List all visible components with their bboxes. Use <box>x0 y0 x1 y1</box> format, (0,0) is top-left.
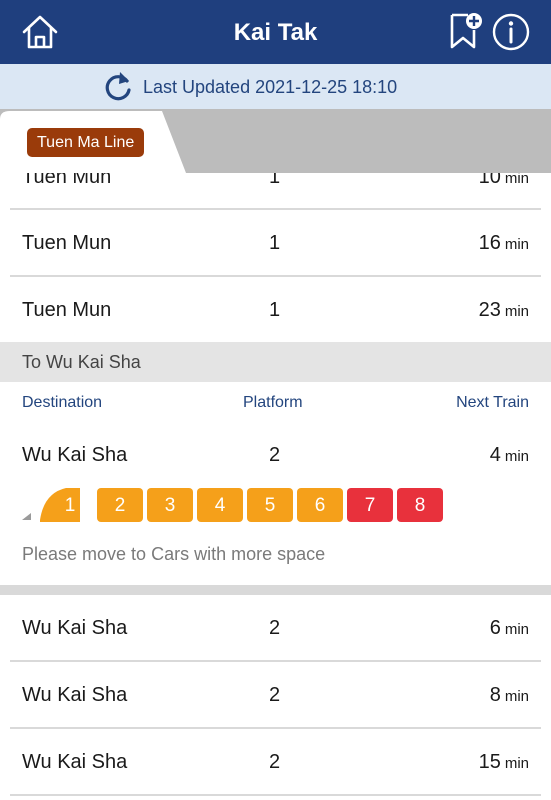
car-load-note: Please move to Cars with more space <box>22 544 326 564</box>
arrival-time: 6 min <box>490 595 529 663</box>
train-row: Wu Kai Sha 2 8 min <box>0 662 551 729</box>
car-4: 4 <box>197 488 243 522</box>
direction-title: To Wu Kai Sha <box>22 352 141 372</box>
line-badge[interactable]: Tuen Ma Line <box>27 128 145 157</box>
minutes-unit: min <box>504 236 529 253</box>
platform: 2 <box>269 751 281 773</box>
destination: Wu Kai Sha <box>22 617 128 639</box>
minutes: 23 <box>478 299 501 321</box>
train-row: Wu Kai Sha 2 4 min <box>0 422 551 489</box>
car-8: 8 <box>397 488 443 522</box>
minutes-unit: min <box>504 755 529 772</box>
car-load-indicator: 12345678 <box>20 487 443 523</box>
car-5: 5 <box>247 488 293 522</box>
minutes-unit: min <box>504 303 529 320</box>
column-platform: Platform <box>243 394 303 411</box>
last-updated-bar: Last Updated 2021-12-25 18:10 <box>0 64 551 109</box>
train-row: Tuen Mun 1 23 min <box>0 277 551 344</box>
minutes: 16 <box>478 232 501 254</box>
minutes: 4 <box>489 444 501 466</box>
platform: 1 <box>269 299 281 321</box>
car-1: 1 <box>64 495 76 516</box>
minutes-unit: min <box>504 448 529 465</box>
arrival-time: 16 min <box>479 210 529 278</box>
info-icon[interactable] <box>491 12 531 52</box>
minutes: 15 <box>478 751 501 773</box>
minutes: 6 <box>489 617 501 639</box>
car-7: 7 <box>347 488 393 522</box>
minutes-unit: min <box>504 621 529 638</box>
refresh-icon[interactable] <box>102 69 134 103</box>
minutes: 8 <box>489 684 501 706</box>
arrival-time: 8 min <box>490 662 529 730</box>
section-divider <box>0 585 551 595</box>
app-header: Kai Tak <box>0 0 551 64</box>
train-row: Tuen Mun 1 16 min <box>0 210 551 277</box>
arrival-time: 15 min <box>479 729 529 797</box>
car-6: 6 <box>297 488 343 522</box>
destination: Tuen Mun <box>22 232 112 254</box>
minutes-unit: min <box>504 688 529 705</box>
arrival-time: 4 min <box>490 422 529 490</box>
destination: Wu Kai Sha <box>22 684 128 706</box>
destination: Wu Kai Sha <box>22 751 128 773</box>
arrival-time: 23 min <box>479 277 529 345</box>
column-destination: Destination <box>22 394 103 411</box>
platform: 1 <box>269 232 281 254</box>
train-row: Wu Kai Sha 2 15 min <box>0 729 551 796</box>
platform: 2 <box>269 617 281 639</box>
destination: Wu Kai Sha <box>22 444 128 466</box>
platform: 2 <box>269 684 281 706</box>
bookmark-add-icon[interactable] <box>444 10 484 50</box>
destination: Tuen Mun <box>22 299 112 321</box>
train-row: Wu Kai Sha 2 6 min <box>0 595 551 662</box>
platform: 2 <box>269 444 281 466</box>
car-2: 2 <box>97 488 143 522</box>
direction-header: To Wu Kai Sha <box>0 342 551 382</box>
car-3: 3 <box>147 488 193 522</box>
last-updated-text: Last Updated 2021-12-25 18:10 <box>143 77 398 97</box>
column-next-train: Next Train <box>456 394 529 411</box>
row-divider <box>10 794 541 796</box>
